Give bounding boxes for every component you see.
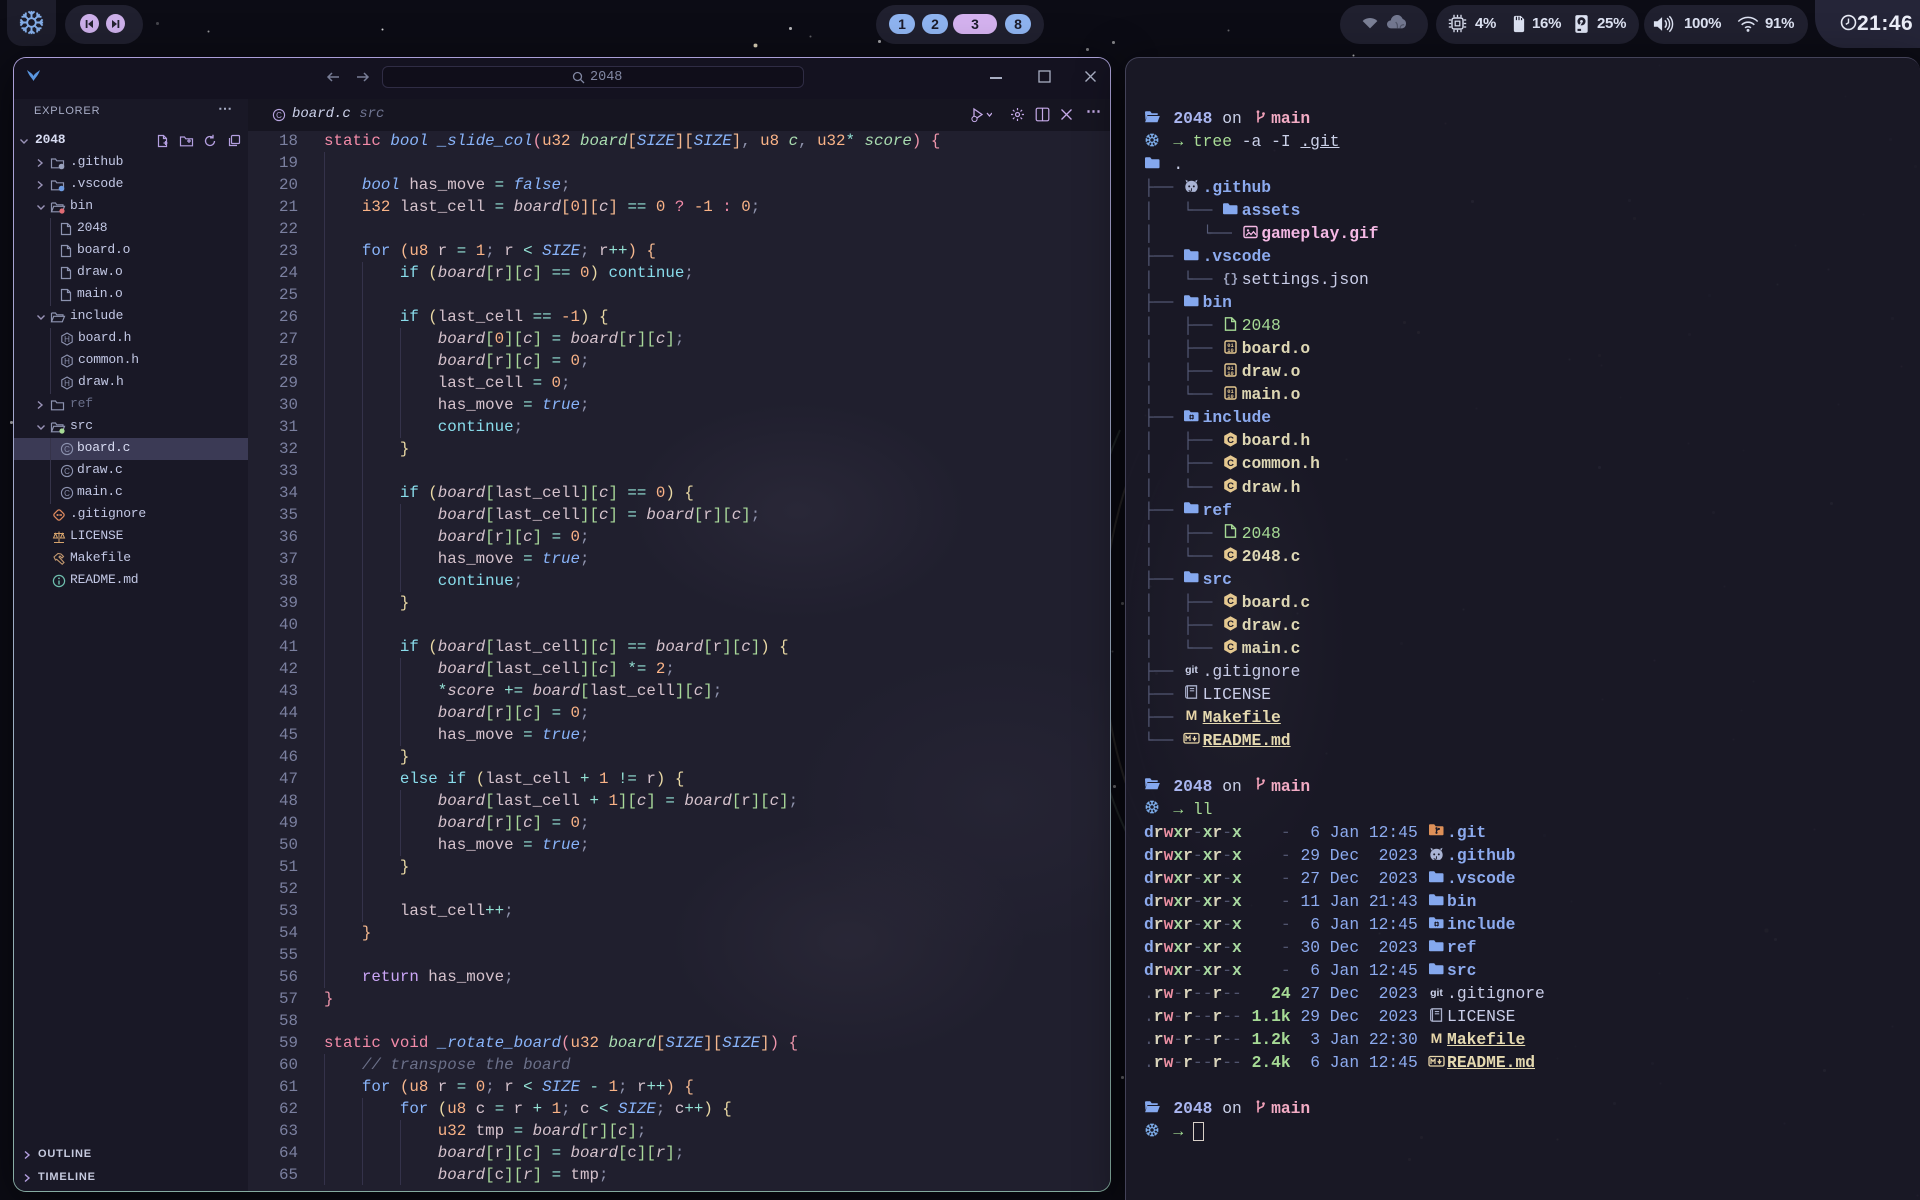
svg-text:{}: {}	[1223, 271, 1239, 286]
svg-text:C: C	[1227, 596, 1234, 607]
svg-text:C: C	[1227, 550, 1234, 561]
svg-text:10: 10	[1227, 348, 1233, 354]
svg-text:C: C	[1227, 481, 1234, 492]
svg-text:H: H	[64, 379, 70, 388]
svg-text:10: 10	[1227, 394, 1233, 400]
svg-text:C: C	[1227, 435, 1234, 446]
svg-text:C: C	[64, 467, 70, 476]
svg-text:10: 10	[1227, 371, 1233, 377]
svg-text:C: C	[1227, 642, 1234, 653]
svg-text:M: M	[1430, 1030, 1442, 1046]
svg-text:M: M	[1186, 707, 1198, 723]
svg-text:C: C	[64, 489, 70, 498]
svg-text:C: C	[276, 111, 282, 120]
svg-text:C: C	[64, 445, 70, 454]
svg-text:C: C	[1227, 619, 1234, 630]
svg-text:H: H	[64, 357, 70, 366]
svg-text:H: H	[64, 335, 70, 344]
svg-text:git: git	[1430, 987, 1443, 999]
svg-text:C: C	[1227, 458, 1234, 469]
svg-text:git: git	[1185, 664, 1198, 676]
